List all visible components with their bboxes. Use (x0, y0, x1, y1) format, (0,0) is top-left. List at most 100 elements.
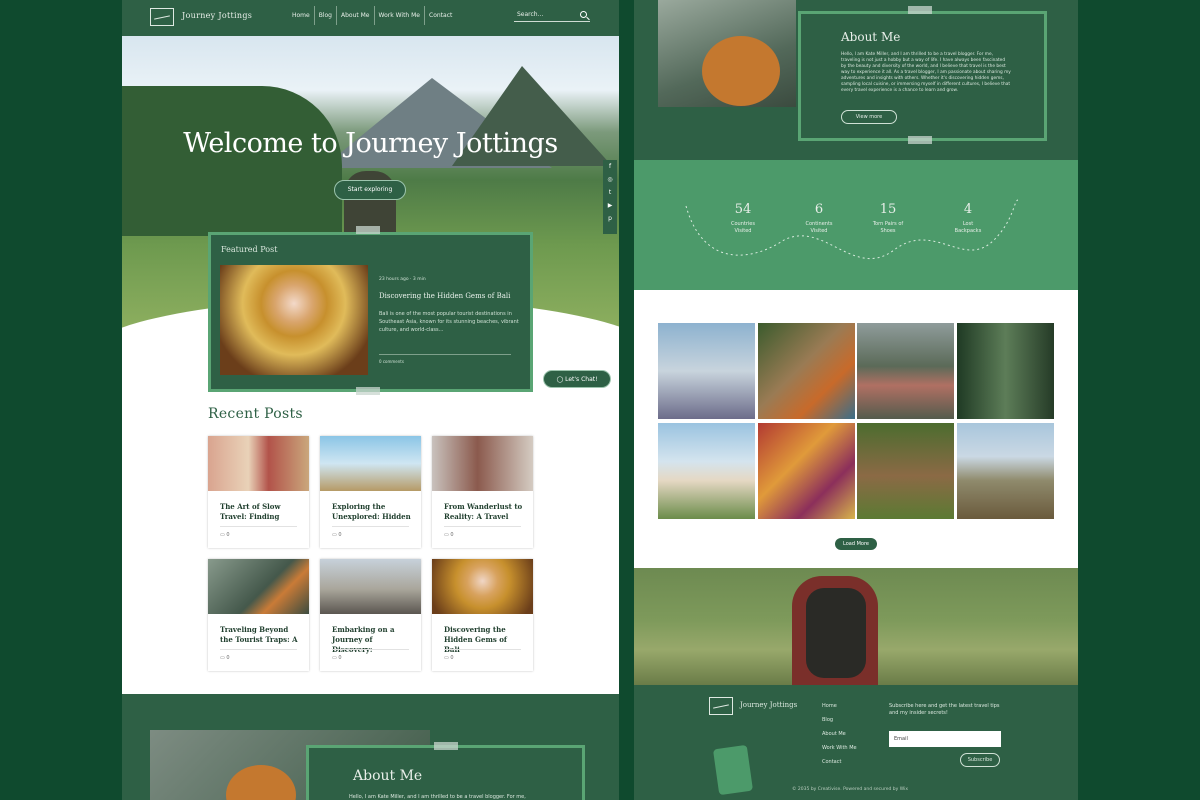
tape-decoration (356, 226, 380, 234)
stat-label-line: Torn Pairs of (872, 221, 904, 227)
brand-name[interactable]: Journey Jottings (182, 11, 252, 20)
stat-label-line: Lost (962, 221, 974, 227)
footer-logo-icon[interactable] (709, 697, 733, 715)
twitter-icon[interactable]: t (603, 186, 617, 199)
nav-contact[interactable]: Contact (424, 6, 456, 25)
chat-label: Let's Chat! (565, 376, 598, 383)
divider (332, 649, 409, 650)
about-card: About Me Hello, I am Kate Miller, and I … (306, 745, 585, 800)
stat-value: 6 (814, 202, 824, 217)
footer-link-blog[interactable]: Blog (822, 717, 833, 723)
top-navigation: Journey Jottings Home Blog About Me Work… (122, 0, 619, 36)
start-exploring-button[interactable]: Start exploring (334, 180, 406, 200)
comment-icon: ▭ 0 (220, 655, 230, 661)
hair-shape (226, 765, 296, 800)
post-title[interactable]: Exploring the Unexplored: Hidden (332, 502, 412, 522)
gallery-image[interactable] (857, 323, 954, 419)
gallery-image[interactable] (758, 423, 855, 519)
post-card[interactable]: Traveling Beyond the Tourist Traps: A ▭ … (208, 559, 309, 671)
post-image[interactable] (432, 436, 533, 491)
copyright: © 2035 by Creativise. Powered and secure… (792, 787, 909, 792)
post-card[interactable]: From Wanderlust to Reality: A Travel ▭ 0 (432, 436, 533, 548)
comment-icon: ▭ 0 (220, 532, 230, 538)
nav-work-with-me[interactable]: Work With Me (373, 6, 425, 25)
featured-heading: Featured Post (221, 245, 278, 254)
chat-icon: ◯ (556, 376, 566, 383)
gallery-image[interactable] (857, 423, 954, 519)
gallery-image[interactable] (658, 423, 755, 519)
footer-link-contact[interactable]: Contact (822, 759, 841, 765)
post-image[interactable] (208, 436, 309, 491)
post-title[interactable]: Discovering the Hidden Gems of Bali (444, 625, 524, 655)
footer-link-home[interactable]: Home (822, 703, 837, 709)
post-card[interactable]: The Art of Slow Travel: Finding ▭ 0 (208, 436, 309, 548)
nav-home[interactable]: Home (288, 6, 314, 25)
forest-shape (122, 86, 342, 236)
gallery-image[interactable] (957, 323, 1054, 419)
nav-about-me[interactable]: About Me (335, 6, 374, 25)
post-card[interactable]: Embarking on a Journey of Discovery: ▭ 0 (320, 559, 421, 671)
gallery-image[interactable] (957, 423, 1054, 519)
main-menu: Home Blog About Me Work With Me Contact (288, 6, 456, 25)
comment-count: 0 (450, 655, 454, 661)
load-more-button[interactable]: Load More (835, 538, 877, 550)
nav-blog[interactable]: Blog (313, 6, 336, 25)
gallery-image[interactable] (658, 323, 755, 419)
post-title[interactable]: The Art of Slow Travel: Finding (220, 502, 300, 522)
view-more-button[interactable]: View more (841, 110, 897, 124)
instagram-icon[interactable]: ◎ (603, 173, 617, 186)
divider (220, 649, 297, 650)
post-image[interactable] (208, 559, 309, 614)
youtube-icon[interactable]: ▶ (603, 199, 617, 212)
post-card[interactable]: Discovering the Hidden Gems of Bali ▭ 0 (432, 559, 533, 671)
tape-decoration (908, 136, 932, 144)
tape-decoration (908, 6, 932, 14)
comment-count: 0 (450, 532, 454, 538)
post-image[interactable] (320, 559, 421, 614)
logo-icon[interactable] (150, 8, 174, 26)
featured-post-title[interactable]: Discovering the Hidden Gems of Bali (379, 292, 510, 300)
post-meta: 23 hours ago · 3 min (379, 277, 426, 282)
featured-post-card[interactable]: Featured Post 23 hours ago · 3 min Disco… (208, 232, 533, 392)
stat-value: 54 (734, 202, 752, 217)
featured-post-image[interactable] (220, 265, 368, 375)
stats-dotted-path (685, 199, 1019, 259)
hair-shape (702, 36, 780, 106)
stat-shoes: 15 Torn Pairs of Shoes (868, 202, 908, 235)
comment-icon: ▭ 0 (444, 655, 454, 661)
footer-link-work[interactable]: Work With Me (822, 745, 857, 751)
footer-link-about[interactable]: About Me (822, 731, 846, 737)
stat-label: Torn Pairs of Shoes (868, 221, 908, 235)
footer: Journey Jottings Home Blog About Me Work… (634, 685, 1078, 800)
post-title[interactable]: From Wanderlust to Reality: A Travel (444, 502, 524, 522)
post-image[interactable] (432, 559, 533, 614)
tape-decoration (434, 742, 458, 750)
gallery-image[interactable] (758, 323, 855, 419)
subscribe-button[interactable]: Subscribe (960, 753, 1000, 767)
about-heading: About Me (841, 30, 901, 44)
search-icon[interactable] (580, 11, 587, 18)
post-image[interactable] (320, 436, 421, 491)
stat-label: Continents Visited (802, 221, 836, 235)
comment-icon: ▭ 0 (332, 655, 342, 661)
divider (444, 526, 521, 527)
divider (332, 526, 409, 527)
stat-value: 4 (963, 202, 973, 217)
post-card[interactable]: Exploring the Unexplored: Hidden ▭ 0 (320, 436, 421, 548)
divider (379, 354, 511, 355)
comment-count: 0 (338, 655, 342, 661)
post-title[interactable]: Traveling Beyond the Tourist Traps: A (220, 625, 300, 645)
post-title[interactable]: Embarking on a Journey of Discovery: (332, 625, 412, 655)
recent-posts-heading: Recent Posts (208, 406, 303, 422)
facebook-icon[interactable]: f (603, 160, 617, 173)
search-input[interactable]: Search... (514, 8, 590, 22)
pinterest-icon[interactable]: p (603, 212, 617, 225)
chat-button[interactable]: ◯ Let's Chat! (543, 370, 611, 388)
subscribe-text: Subscribe here and get the latest travel… (889, 703, 1000, 716)
featured-post-excerpt: Bali is one of the most popular tourist … (379, 311, 519, 333)
social-bar: f ◎ t ▶ p (603, 160, 617, 234)
email-input[interactable]: Email (889, 731, 1001, 747)
footer-brand[interactable]: Journey Jottings (740, 701, 797, 709)
tape-decoration (356, 387, 380, 395)
stat-label-line: Shoes (880, 228, 896, 234)
